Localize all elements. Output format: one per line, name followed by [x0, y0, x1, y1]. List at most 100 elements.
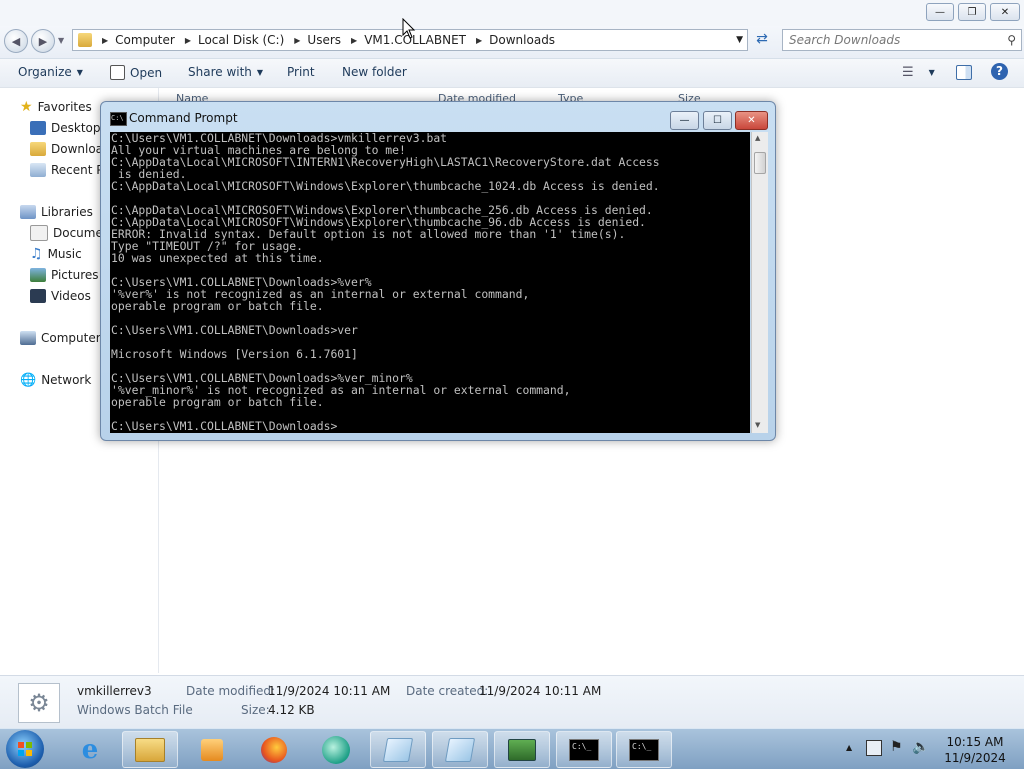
taskbar-notepad-1[interactable] [370, 731, 426, 768]
gear-icon: ⚙ [28, 689, 50, 717]
desktop-icon [30, 121, 46, 135]
search-icon[interactable]: ⚲ [1007, 33, 1016, 47]
forward-arrow-icon: ▶ [38, 34, 48, 48]
mouse-cursor-icon [402, 18, 416, 39]
explorer-folder-icon [135, 737, 165, 762]
cmd-scrollbar[interactable]: ▲ ▼ [751, 132, 768, 433]
green-app-icon [322, 735, 350, 764]
preview-pane-button[interactable] [956, 65, 972, 80]
search-placeholder: Search Downloads [789, 33, 901, 47]
taskbar-internet-explorer[interactable]: e [62, 731, 118, 768]
cmd-icon: C:\_ [569, 738, 599, 761]
taskbar-firefox[interactable] [246, 731, 302, 768]
nav-favorites[interactable]: ★ Favorites [20, 97, 92, 117]
batch-file-icon [110, 65, 125, 80]
nav-computer-label: Computer [41, 331, 101, 345]
address-bar-row: ◀ ▶ ▼ ▶ Computer ▶ Local Disk (C:) ▶ Users … [0, 26, 1024, 59]
nav-pictures[interactable]: Pictures [30, 265, 99, 285]
cmd-close-button[interactable]: ✕ [735, 111, 768, 130]
organize-label: Organize [18, 65, 72, 79]
scroll-down-arrow-icon[interactable]: ▼ [755, 421, 760, 429]
nav-music-label: Music [47, 247, 82, 261]
cmd-maximize-button[interactable]: ☐ [703, 111, 732, 130]
organize-button[interactable]: Organize ▼ [18, 65, 83, 79]
chevron-down-icon: ▼ [928, 68, 935, 77]
chevron-down-icon: ▼ [76, 67, 83, 77]
close-button[interactable]: ✕ [990, 3, 1020, 21]
address-dropdown-icon[interactable]: ▼ [736, 35, 743, 45]
cmd-console[interactable]: C:\Users\VM1.COLLABNET\Downloads>vmkille… [110, 132, 750, 433]
breadcrumb-users[interactable]: Users [307, 33, 341, 47]
show-hidden-icons-icon[interactable]: ▲ [846, 743, 852, 752]
file-type: Windows Batch File [77, 703, 193, 717]
cmd-minimize-button[interactable]: — [670, 111, 699, 130]
network-tray-icon[interactable] [866, 740, 882, 756]
nav-desktop-label: Desktop [51, 121, 101, 135]
date-modified-value: 11/9/2024 10:11 AM [268, 684, 391, 698]
file-name: vmkillerrev3 [77, 684, 152, 698]
maximize-icon: ☐ [713, 115, 722, 126]
share-with-button[interactable]: Share with ▼ [188, 65, 263, 79]
action-center-flag-icon[interactable]: ⚑ [890, 739, 903, 755]
view-options-button[interactable]: ☰ ▼ [902, 65, 935, 80]
chevron-down-icon: ▼ [256, 67, 264, 77]
notepad-icon [382, 737, 414, 762]
crumb-separator-icon: ▶ [184, 35, 191, 45]
nav-computer[interactable]: Computer [20, 328, 101, 348]
help-button[interactable]: ? [991, 63, 1008, 80]
back-button[interactable]: ◀ [4, 29, 28, 53]
recent-pages-chevron-icon[interactable]: ▼ [58, 36, 64, 45]
forward-button[interactable]: ▶ [31, 29, 55, 53]
media-player-icon [201, 738, 223, 761]
taskbar-app-green[interactable] [308, 731, 364, 768]
scrollbar-thumb[interactable] [754, 152, 766, 174]
folder-icon [78, 33, 92, 47]
taskbar-device-manager[interactable] [494, 731, 550, 768]
taskbar-notepad-2[interactable] [432, 731, 488, 768]
system-clock[interactable]: 10:15 AM 11/9/2024 [935, 734, 1015, 766]
crumb-separator-icon: ▶ [476, 35, 483, 45]
start-button[interactable] [6, 730, 44, 768]
taskbar-media-player[interactable] [184, 731, 240, 768]
windows-logo-icon [18, 742, 32, 756]
refresh-icon[interactable]: ⇄ [752, 31, 772, 49]
restore-button[interactable]: ❐ [958, 3, 986, 21]
computer-icon [20, 331, 36, 345]
taskbar-cmd-2[interactable]: C:\_ [616, 731, 672, 768]
new-folder-button[interactable]: New folder [342, 65, 407, 79]
nav-network[interactable]: 🌐 Network [20, 370, 91, 390]
view-list-icon: ☰ [902, 65, 914, 80]
nav-favorites-label: Favorites [37, 100, 92, 114]
command-prompt-window[interactable]: C:\ Command Prompt — ☐ ✕ C:\Users\VM1.CO… [100, 101, 776, 441]
minimize-button[interactable]: — [926, 3, 954, 21]
taskbar-explorer[interactable] [122, 731, 178, 768]
search-input[interactable]: Search Downloads ⚲ [782, 29, 1022, 51]
size-value: 4.12 KB [268, 703, 315, 717]
nav-videos[interactable]: Videos [30, 286, 91, 306]
taskbar-cmd-1[interactable]: C:\_ [556, 731, 612, 768]
nav-desktop[interactable]: Desktop [30, 118, 101, 138]
documents-icon [30, 225, 48, 241]
nav-libraries[interactable]: Libraries [20, 202, 93, 222]
share-with-label: Share with [188, 65, 252, 79]
open-button[interactable]: Open [110, 65, 162, 80]
firefox-icon [261, 736, 287, 763]
scroll-up-arrow-icon[interactable]: ▲ [755, 134, 760, 142]
clock-date: 11/9/2024 [944, 751, 1006, 765]
music-icon: ♫ [30, 246, 43, 262]
crumb-separator-icon: ▶ [351, 35, 358, 45]
new-folder-label: New folder [342, 65, 407, 79]
explorer-title-bar: — ❐ ✕ [0, 0, 1024, 26]
breadcrumb-downloads[interactable]: Downloads [489, 33, 555, 47]
volume-muted-icon[interactable]: 🔈 [912, 739, 929, 755]
date-modified-label: Date modified: [186, 684, 276, 698]
network-icon: 🌐 [20, 372, 37, 388]
preview-pane-icon [956, 65, 972, 80]
restore-icon: ❐ [967, 6, 977, 18]
breadcrumb-local-disk[interactable]: Local Disk (C:) [198, 33, 284, 47]
command-bar: Organize ▼ Open Share with ▼ Print New fol… [0, 59, 1024, 88]
breadcrumb-computer[interactable]: Computer [115, 33, 175, 47]
nav-music[interactable]: ♫ Music [30, 244, 82, 264]
nav-videos-label: Videos [51, 289, 91, 303]
print-button[interactable]: Print [287, 65, 315, 79]
